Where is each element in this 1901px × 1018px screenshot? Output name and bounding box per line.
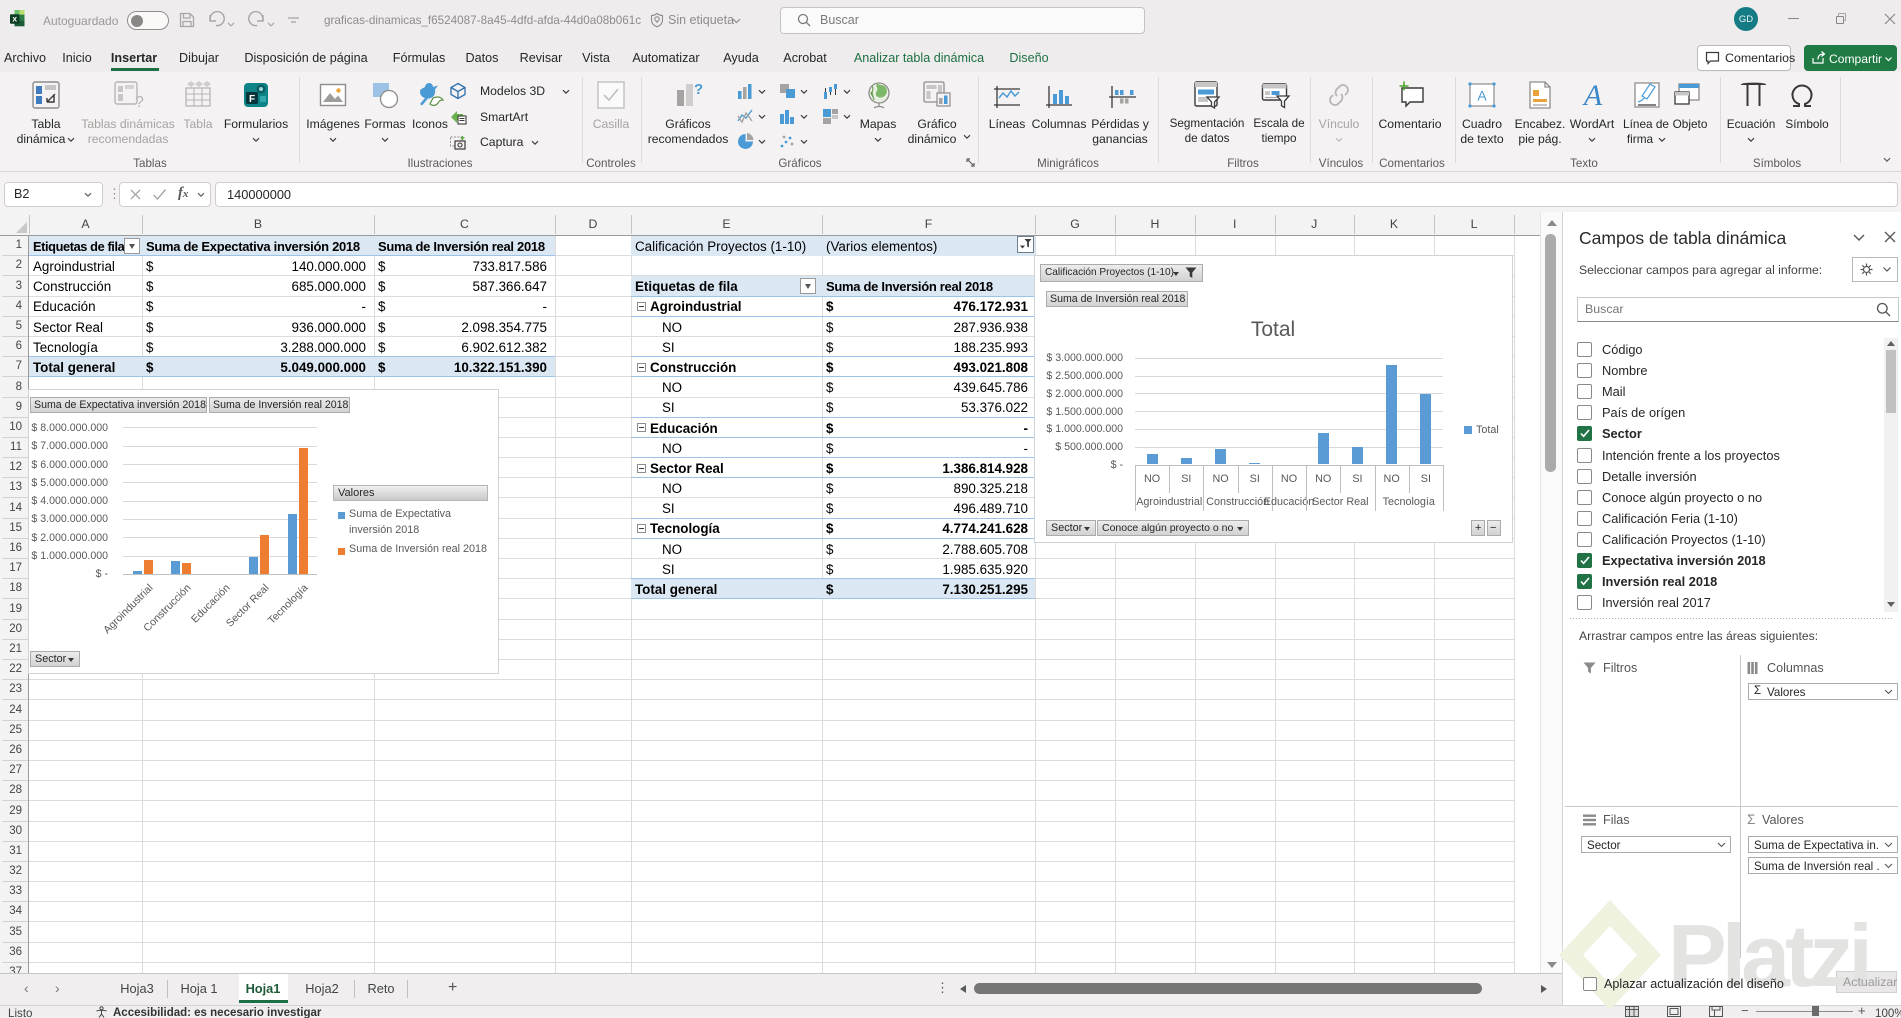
svg-text:?: ? (135, 94, 144, 111)
svg-text:?: ? (694, 81, 703, 98)
svg-text:A: A (1582, 79, 1603, 112)
svg-text:F: F (249, 94, 255, 105)
svg-text:A: A (1477, 88, 1487, 104)
svg-text:x: x (12, 14, 17, 24)
